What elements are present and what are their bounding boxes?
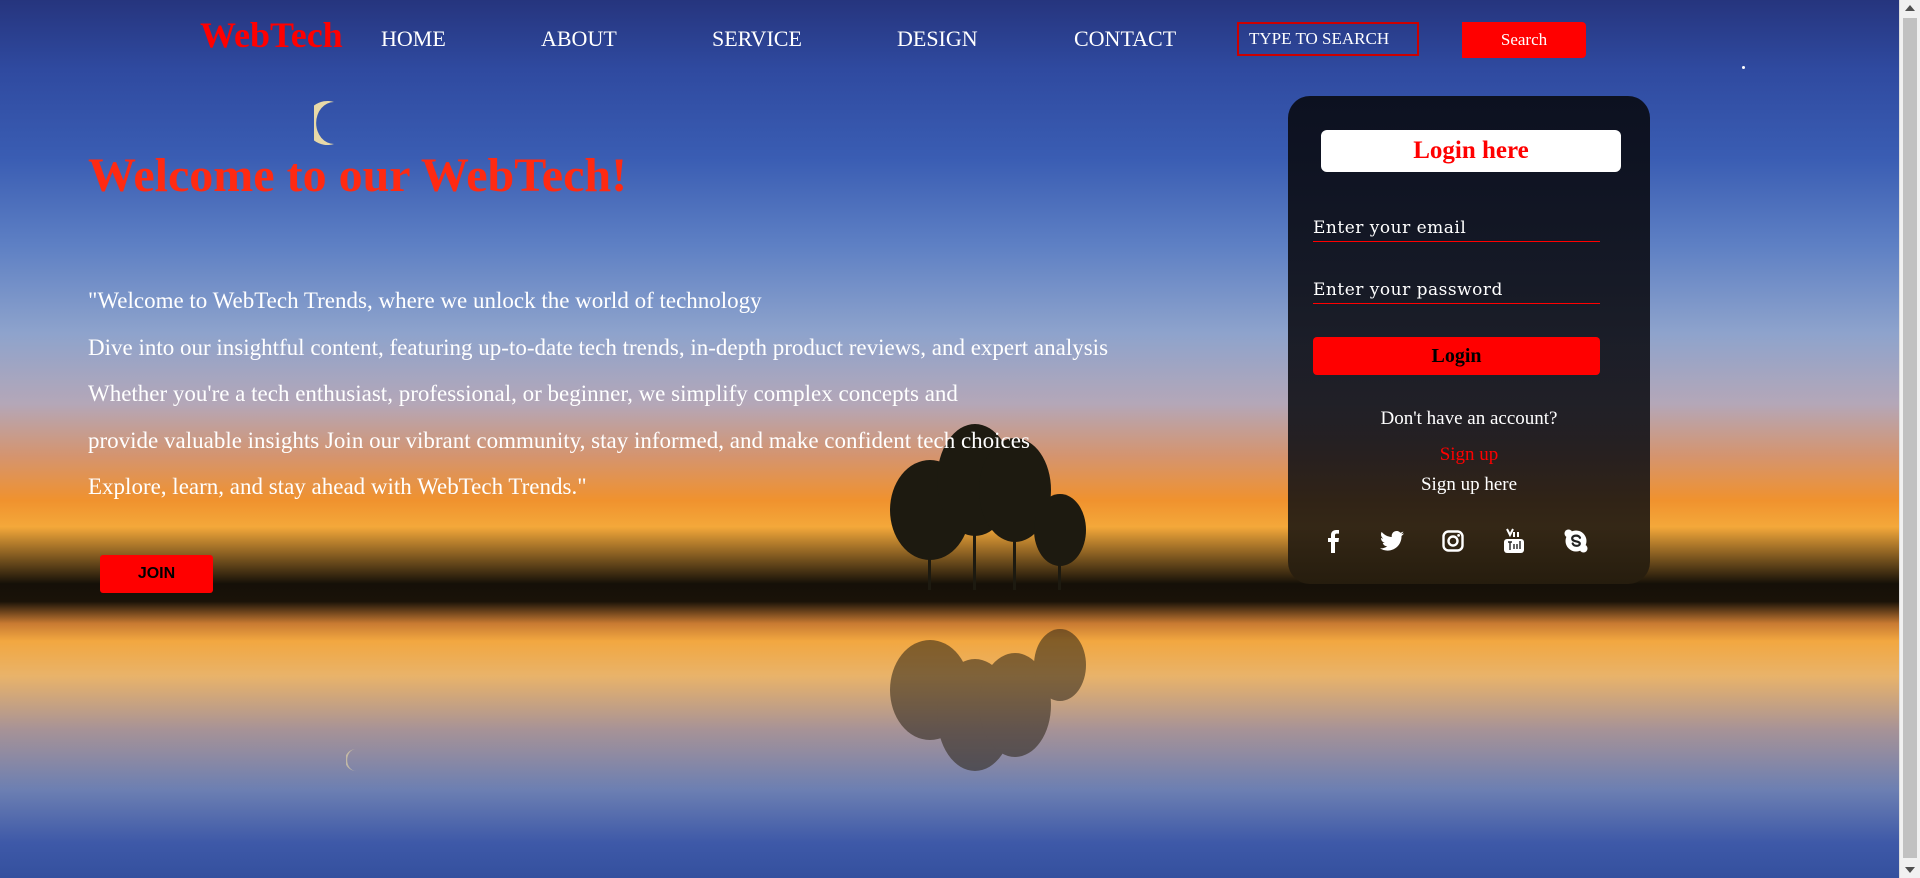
hero-line: provide valuable insights Join our vibra… bbox=[88, 427, 1030, 453]
moon-reflection-icon bbox=[346, 749, 356, 771]
signup-link[interactable]: Sign up bbox=[1288, 444, 1650, 466]
scrollbar-thumb[interactable] bbox=[1903, 18, 1917, 858]
scroll-down-icon[interactable] bbox=[1905, 867, 1915, 873]
youtube-icon[interactable] bbox=[1499, 526, 1529, 556]
no-account-text: Don't have an account? bbox=[1380, 408, 1558, 429]
twitter-icon[interactable] bbox=[1377, 526, 1407, 556]
nav-home[interactable]: HOME bbox=[381, 26, 446, 52]
vertical-scrollbar[interactable] bbox=[1899, 0, 1920, 878]
nav-design[interactable]: DESIGN bbox=[897, 26, 978, 52]
logo[interactable]: WebTech bbox=[200, 14, 343, 56]
nav-contact[interactable]: CONTACT bbox=[1074, 26, 1176, 52]
hero-title: Welcome to our WebTech! bbox=[88, 149, 628, 202]
hero-line: Whether you're a tech enthusiast, profes… bbox=[88, 381, 958, 406]
password-field[interactable] bbox=[1313, 276, 1600, 304]
moon-icon bbox=[314, 101, 334, 145]
scroll-up-icon[interactable] bbox=[1905, 5, 1915, 11]
login-button[interactable]: Login bbox=[1313, 337, 1600, 375]
facebook-icon[interactable] bbox=[1318, 526, 1348, 556]
hero-description: "Welcome to WebTech Trends, where we unl… bbox=[88, 278, 1108, 511]
nav-service[interactable]: SERVICE bbox=[712, 26, 802, 52]
login-title: Login here bbox=[1321, 130, 1621, 172]
email-field[interactable] bbox=[1313, 214, 1600, 242]
login-card: Login here Login Don't have an account? … bbox=[1288, 96, 1650, 584]
join-button[interactable]: JOIN bbox=[100, 555, 213, 593]
instagram-icon[interactable] bbox=[1438, 526, 1468, 556]
search-button[interactable]: Search bbox=[1462, 22, 1586, 58]
signup-here-text: Sign up here bbox=[1420, 474, 1518, 495]
nav-about[interactable]: ABOUT bbox=[541, 26, 617, 52]
star-dot bbox=[1742, 66, 1745, 69]
hero-line: "Welcome to WebTech Trends, where we unl… bbox=[88, 288, 762, 313]
search-input[interactable] bbox=[1237, 22, 1419, 56]
hero-line: Dive into our insightful content, featur… bbox=[88, 334, 1109, 360]
hero-line: Explore, learn, and stay ahead with WebT… bbox=[88, 474, 587, 499]
skype-icon[interactable] bbox=[1561, 526, 1591, 556]
